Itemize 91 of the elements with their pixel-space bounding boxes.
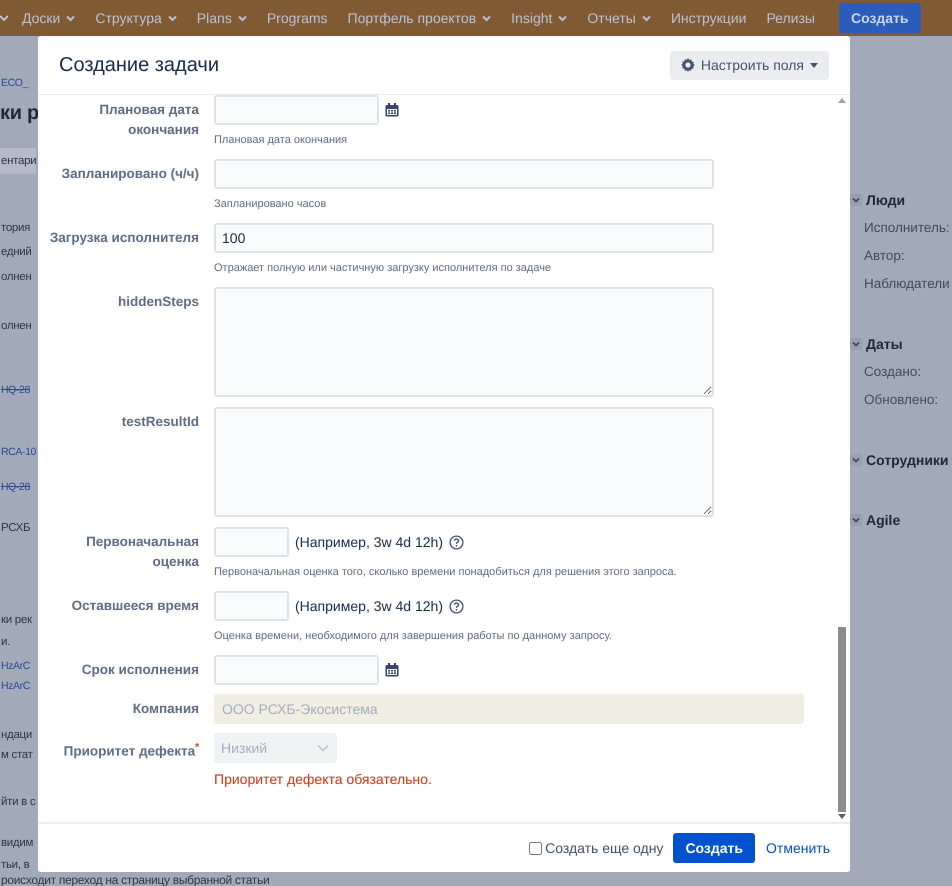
- text-fragment: и.: [0, 635, 10, 650]
- caret-icon[interactable]: [238, 14, 247, 22]
- caret-icon[interactable]: [168, 14, 177, 22]
- field-label: hiddenSteps: [116, 293, 199, 311]
- text-fragment: тория: [0, 221, 30, 236]
- field-label: Плановая дата окончания: [98, 101, 199, 139]
- format-hint: (Например, 3w 4d 12h): [295, 598, 443, 614]
- field-description: Плановая дата окончания: [214, 133, 348, 148]
- dialog-title: Создание задачи: [59, 54, 219, 76]
- field-label: Оставшееся время: [70, 597, 199, 615]
- issue-link[interactable]: ECO_: [0, 73, 28, 93]
- date-input[interactable]: [214, 655, 379, 685]
- tab[interactable]: ентари: [0, 148, 36, 174]
- create-another-checkbox[interactable]: [529, 842, 542, 854]
- create-button[interactable]: Создать: [838, 3, 921, 33]
- text-fragment: едний: [0, 245, 32, 260]
- field-label: Автор:: [864, 247, 906, 265]
- nav-menu-item[interactable]: Доски: [22, 10, 76, 26]
- caret-icon: [0, 14, 8, 22]
- duration-input[interactable]: [214, 527, 289, 557]
- scrollbar-thumb[interactable]: [838, 627, 846, 812]
- date-input[interactable]: [214, 95, 379, 125]
- text-fragment: олнен: [0, 319, 32, 334]
- issue-link[interactable]: RCA-10: [0, 442, 36, 462]
- chevron-icon[interactable]: [850, 514, 862, 526]
- field-label: testResultId: [120, 413, 199, 431]
- page-heading: ки р: [0, 101, 39, 126]
- field-label: Приоритет дефекта$^{*}$: [62, 741, 199, 760]
- text-input[interactable]: [214, 159, 714, 189]
- field-description: Оценка времени, необходимого для завершения работы по данному запросу.: [214, 629, 612, 644]
- field-description: Запланировано часов: [214, 197, 326, 212]
- chevron-icon[interactable]: [850, 454, 862, 466]
- section-title: Даты: [866, 335, 903, 354]
- caret-icon[interactable]: [482, 14, 492, 22]
- help-icon[interactable]: [449, 534, 464, 550]
- checkbox-label: Создать еще одну: [545, 840, 664, 856]
- scroll-up-icon[interactable]: [838, 98, 846, 103]
- text-fragment: м стат: [0, 748, 33, 763]
- calendar-icon[interactable]: [385, 663, 399, 677]
- text-fragment: олнен: [0, 270, 32, 285]
- format-hint: (Например, 3w 4d 12h): [295, 534, 443, 550]
- help-icon[interactable]: [449, 598, 464, 614]
- field-label: Наблюдатели: [864, 275, 951, 293]
- nav-menu-item[interactable]: Plans: [196, 10, 247, 26]
- nav-menu-item[interactable]: Отчеты: [587, 10, 651, 26]
- gear-icon[interactable]: [680, 58, 695, 72]
- priority-select[interactable]: Низкий: [214, 733, 337, 763]
- nav-menu-item[interactable]: Релизы: [766, 10, 815, 26]
- field-label: Запланировано (ч/ч): [60, 165, 199, 183]
- field-label: Срок исполнения: [80, 661, 199, 679]
- nav-menu-item[interactable]: Структура: [95, 10, 177, 26]
- nav-menu-item[interactable]: Insight: [511, 10, 568, 26]
- issue-link[interactable]: HzArC: [0, 656, 30, 676]
- text-fragment: РСХБ: [0, 521, 30, 536]
- caret-icon[interactable]: [558, 14, 568, 22]
- text-fragment: йти в с: [0, 795, 36, 810]
- text-fragment: тьи, в: [0, 858, 30, 873]
- text-fragment: ки рек: [0, 613, 32, 628]
- duration-input[interactable]: [214, 591, 289, 621]
- text-fragment: видим: [0, 836, 34, 851]
- error-message: Приоритет дефекта обязательно.: [214, 770, 432, 789]
- field-label: Компания: [132, 700, 199, 718]
- configure-fields-button[interactable]: Настроить поля: [670, 50, 829, 80]
- nav-menu-item[interactable]: Портфель проектов: [348, 10, 492, 26]
- field-label: Загрузка исполнителя: [48, 229, 199, 247]
- create-button[interactable]: Создать: [673, 833, 756, 863]
- field-description: Отражает полную или частичную загрузку исполнителя по задаче: [214, 261, 552, 276]
- issue-link[interactable]: HQ-28: [0, 380, 30, 400]
- issue-link[interactable]: HQ-28: [0, 477, 30, 497]
- nav-menu-item[interactable]: Programs: [266, 10, 328, 26]
- text-input[interactable]: 100: [214, 223, 714, 253]
- calendar-icon[interactable]: [385, 103, 399, 117]
- field-label: Первоначальная оценка: [85, 533, 199, 571]
- caret-icon[interactable]: [642, 14, 651, 22]
- field-label: Обновлено:: [864, 391, 940, 409]
- chevron-icon[interactable]: [850, 338, 862, 350]
- section-title: Люди: [866, 191, 906, 210]
- section-title: Agile: [866, 511, 900, 530]
- field-label: Создано:: [864, 363, 922, 381]
- chevron-icon[interactable]: [850, 194, 862, 206]
- field-description: Первоначальная оценка того, сколько времени понадобиться для решения этого запроса.: [214, 565, 677, 580]
- cancel-link[interactable]: Отменить: [766, 840, 830, 856]
- caret-icon[interactable]: [66, 14, 76, 22]
- caret-icon[interactable]: [810, 62, 818, 68]
- issue-link[interactable]: HzArC: [0, 676, 30, 696]
- company-field[interactable]: ООО РСХБ-Экосистема: [214, 694, 804, 724]
- section-title: Сотрудники: [866, 451, 949, 470]
- field-label: Исполнитель:: [864, 219, 951, 237]
- nav-menu-item[interactable]: Инструкции: [670, 10, 746, 26]
- scroll-down-icon[interactable]: [838, 814, 846, 819]
- text-fragment: ндаци: [0, 728, 32, 743]
